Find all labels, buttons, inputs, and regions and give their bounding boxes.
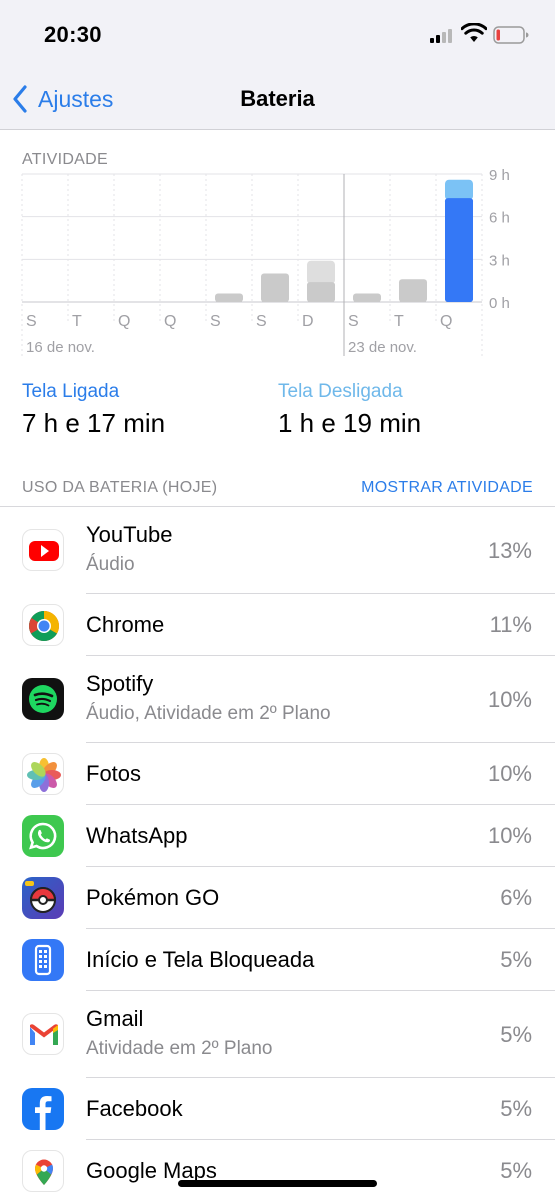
chart-x-tick-label: T	[394, 313, 404, 330]
pokemon-go-icon	[22, 877, 64, 919]
cellular-signal-icon	[430, 27, 456, 43]
app-subtitle: Atividade em 2º Plano	[86, 1038, 273, 1059]
chart-x-tick-label: D	[302, 313, 314, 330]
chart-x-tick-label: T	[72, 313, 82, 330]
screen-off-value: 1 h e 19 min	[278, 408, 422, 438]
app-row-pokemon-go[interactable]: Pokémon GO 6%	[0, 867, 555, 929]
chart-y-tick-label: 3 h	[489, 252, 510, 269]
app-percentage: 5%	[500, 1158, 532, 1183]
chart-bar-screen-on	[353, 293, 381, 302]
app-usage-list: YouTube Áudio 13% Chrome 11% Spotify Áud…	[0, 506, 555, 1200]
app-row-chrome[interactable]: Chrome 11%	[0, 594, 555, 656]
chart-x-tick-label: S	[26, 313, 37, 330]
app-name: Gmail	[86, 1006, 144, 1031]
app-percentage: 10%	[487, 687, 532, 712]
app-name: Spotify	[86, 671, 154, 696]
app-percentage: 13%	[487, 538, 532, 563]
chart-y-tick-label: 6 h	[489, 210, 510, 227]
status-time: 20:30	[44, 22, 102, 47]
chart-bar-screen-off	[307, 260, 335, 285]
app-subtitle: Áudio, Atividade em 2º Plano	[86, 703, 331, 724]
battery-usage-header: USO DA BATERIA (HOJE)	[22, 479, 218, 496]
app-name: YouTube	[86, 522, 173, 547]
chart-date-label: 23 de nov.	[348, 339, 417, 356]
chart-x-tick-label: S	[210, 313, 221, 330]
home-lock-screen-icon	[22, 939, 64, 981]
show-activity-button[interactable]: MOSTRAR ATIVIDADE	[361, 479, 533, 497]
app-row-home-lock-screen[interactable]: Início e Tela Bloqueada 5%	[0, 929, 555, 991]
spotify-icon	[22, 678, 64, 720]
app-percentage: 5%	[500, 947, 532, 972]
app-name: Pokémon GO	[86, 885, 220, 910]
chrome-icon	[22, 604, 64, 646]
battery-icon	[493, 26, 529, 44]
app-name: Facebook	[86, 1096, 183, 1121]
app-row-facebook[interactable]: Facebook 5%	[0, 1078, 555, 1140]
navigation-bar: Ajustes Bateria	[0, 70, 555, 130]
gmail-icon	[22, 1013, 64, 1055]
app-percentage: 10%	[487, 761, 532, 786]
youtube-icon	[22, 529, 64, 571]
chart-y-tick-label: 9 h	[489, 167, 510, 184]
chart-x-tick-label: Q	[440, 313, 452, 330]
app-name: WhatsApp	[86, 823, 188, 848]
app-row-youtube[interactable]: YouTube Áudio 13%	[0, 507, 555, 594]
whatsapp-icon	[22, 815, 64, 857]
screen-off-label: Tela Desligada	[278, 381, 403, 402]
app-row-fotos[interactable]: Fotos 10%	[0, 743, 555, 805]
chart-bar-screen-on	[399, 279, 427, 302]
chart-bar-screen-on	[445, 198, 473, 302]
chart-bar-screen-on	[307, 282, 335, 302]
chart-bar-screen-on	[215, 293, 243, 302]
chart-x-tick-label: S	[256, 313, 267, 330]
app-name: Fotos	[86, 761, 142, 786]
activity-chart[interactable]: 0 h 3 h 6 h 9 h S T Q Q S S D S T Q 16 de nov. 23 de no…	[0, 130, 555, 360]
app-row-gmail[interactable]: Gmail Atividade em 2º Plano 5%	[0, 991, 555, 1078]
chart-x-tick-label: Q	[118, 313, 130, 330]
screen-on-label: Tela Ligada	[22, 381, 120, 402]
chart-date-label: 16 de nov.	[26, 339, 95, 356]
app-percentage: 11%	[489, 612, 532, 637]
app-row-spotify[interactable]: Spotify Áudio, Atividade em 2º Plano 10%	[0, 656, 555, 743]
app-row-google-maps[interactable]: Google Maps 5%	[0, 1140, 555, 1200]
app-percentage: 6%	[500, 885, 532, 910]
app-percentage: 5%	[500, 1096, 532, 1121]
google-maps-icon	[22, 1150, 64, 1192]
photos-icon	[22, 753, 64, 795]
chart-bar-screen-on	[261, 273, 289, 302]
app-row-whatsapp[interactable]: WhatsApp 10%	[0, 805, 555, 867]
page-title: Bateria	[240, 86, 315, 111]
home-indicator[interactable]	[178, 1180, 377, 1187]
chart-x-tick-label: S	[348, 313, 359, 330]
app-percentage: 5%	[500, 1022, 532, 1047]
status-bar: 20:30	[0, 0, 555, 70]
chart-y-tick-label: 0 h	[489, 295, 510, 312]
app-name: Chrome	[86, 612, 165, 637]
chart-bar-screen-off	[445, 179, 473, 201]
screen-on-value: 7 h e 17 min	[22, 408, 166, 438]
wifi-icon	[461, 23, 487, 42]
app-name: Início e Tela Bloqueada	[86, 947, 315, 972]
app-subtitle: Áudio	[86, 554, 135, 575]
app-percentage: 10%	[487, 823, 532, 848]
facebook-icon	[22, 1088, 64, 1130]
chart-x-tick-label: Q	[164, 313, 176, 330]
